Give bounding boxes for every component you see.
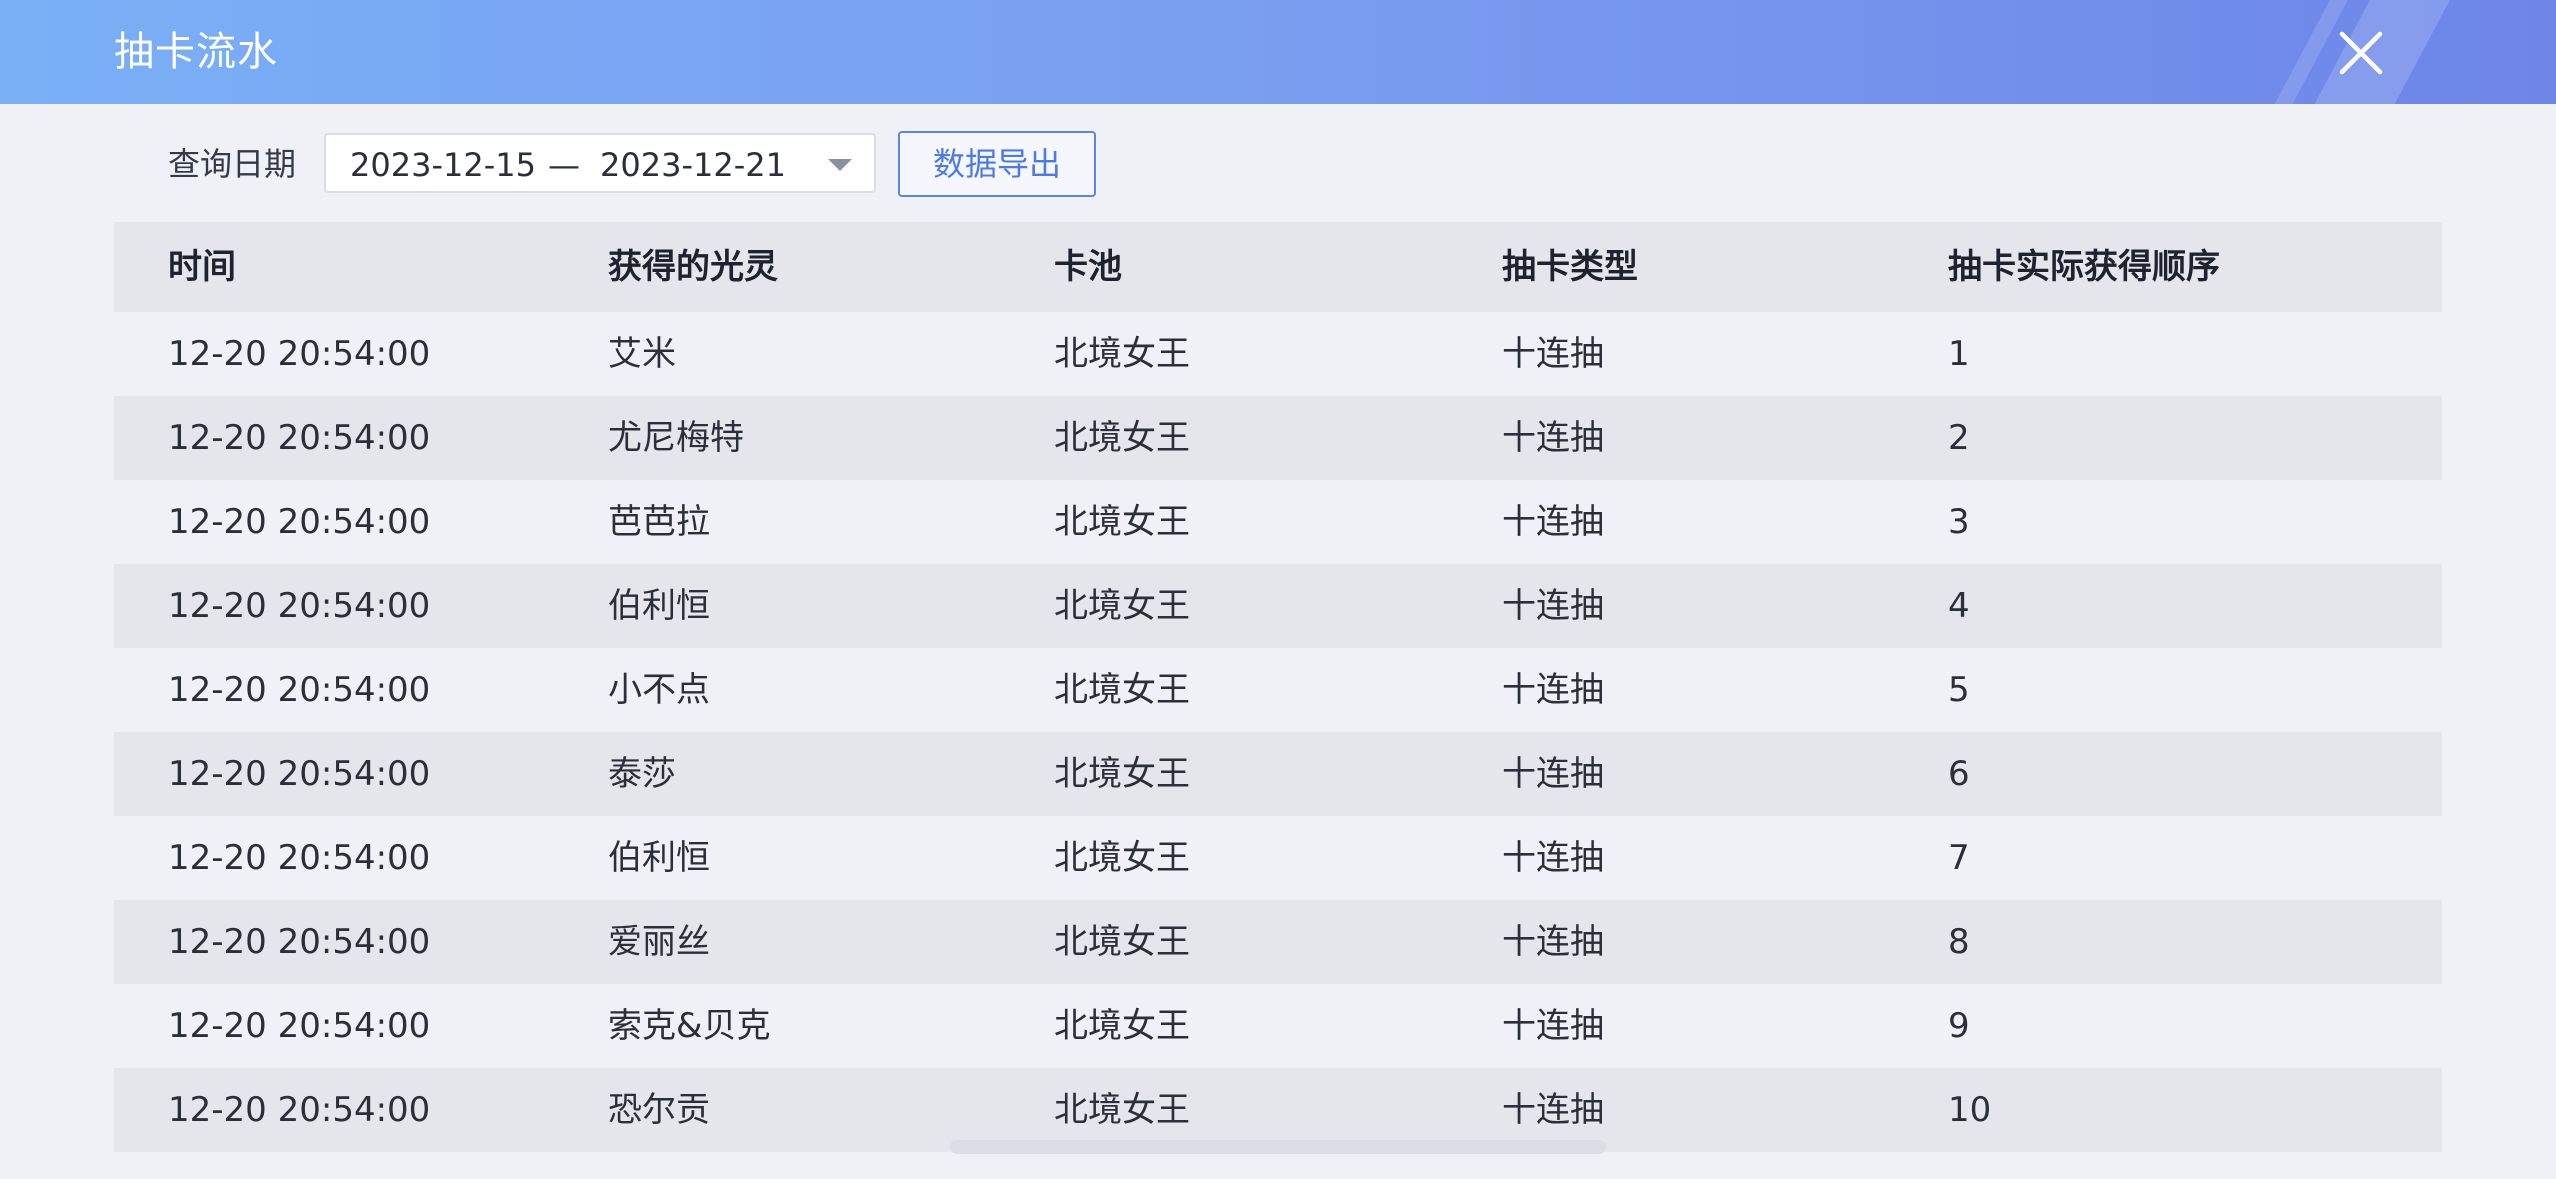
table-row: 12-20 20:54:00 芭芭拉 北境女王 十连抽 3 bbox=[114, 480, 2442, 564]
cell-order: 10 bbox=[1948, 1090, 1992, 1130]
cell-time: 12-20 20:54:00 bbox=[168, 1006, 431, 1046]
cell-draw-type: 十连抽 bbox=[1502, 418, 1604, 458]
cell-order: 2 bbox=[1948, 418, 1970, 458]
cell-character: 恐尔贡 bbox=[608, 1090, 710, 1130]
date-range-picker[interactable]: 2023-12-15 — 2023-12-21 bbox=[324, 133, 876, 193]
cell-draw-type: 十连抽 bbox=[1502, 586, 1604, 626]
table-row: 12-20 20:54:00 泰莎 北境女王 十连抽 6 bbox=[114, 732, 2442, 816]
date-range-start: 2023-12-15 bbox=[350, 146, 536, 184]
dialog-header: 抽卡流水 bbox=[0, 0, 2556, 104]
table-row: 12-20 20:54:00 小不点 北境女王 十连抽 5 bbox=[114, 648, 2442, 732]
column-header-order[interactable]: 抽卡实际获得顺序 bbox=[1948, 222, 2220, 312]
cell-pool: 北境女王 bbox=[1054, 502, 1190, 542]
date-range-separator: — bbox=[548, 146, 580, 184]
cell-draw-type: 十连抽 bbox=[1502, 502, 1604, 542]
cell-order: 8 bbox=[1948, 922, 1970, 962]
cell-draw-type: 十连抽 bbox=[1502, 754, 1604, 794]
cell-order: 9 bbox=[1948, 1006, 1970, 1046]
cell-order: 5 bbox=[1948, 670, 1970, 710]
close-button[interactable] bbox=[2330, 22, 2392, 84]
cell-time: 12-20 20:54:00 bbox=[168, 586, 431, 626]
table-row: 12-20 20:54:00 爱丽丝 北境女王 十连抽 8 bbox=[114, 900, 2442, 984]
cell-draw-type: 十连抽 bbox=[1502, 1006, 1604, 1046]
column-header-time[interactable]: 时间 bbox=[168, 222, 236, 312]
cell-order: 4 bbox=[1948, 586, 1970, 626]
cell-character: 小不点 bbox=[608, 670, 710, 710]
cell-order: 7 bbox=[1948, 838, 1970, 878]
cell-pool: 北境女王 bbox=[1054, 1006, 1190, 1046]
cell-pool: 北境女王 bbox=[1054, 838, 1190, 878]
cell-pool: 北境女王 bbox=[1054, 586, 1190, 626]
table-row: 12-20 20:54:00 索克&贝克 北境女王 十连抽 9 bbox=[114, 984, 2442, 1068]
cell-order: 3 bbox=[1948, 502, 1970, 542]
cell-character: 爱丽丝 bbox=[608, 922, 710, 962]
table-row: 12-20 20:54:00 艾米 北境女王 十连抽 1 bbox=[114, 312, 2442, 396]
column-header-draw-type[interactable]: 抽卡类型 bbox=[1502, 222, 1638, 312]
cell-time: 12-20 20:54:00 bbox=[168, 502, 431, 542]
cell-draw-type: 十连抽 bbox=[1502, 334, 1604, 374]
cell-pool: 北境女王 bbox=[1054, 754, 1190, 794]
cell-time: 12-20 20:54:00 bbox=[168, 334, 431, 374]
cell-character: 伯利恒 bbox=[608, 838, 710, 878]
table-row: 12-20 20:54:00 伯利恒 北境女王 十连抽 7 bbox=[114, 816, 2442, 900]
table-header-row: 时间 获得的光灵 卡池 抽卡类型 抽卡实际获得顺序 bbox=[114, 222, 2442, 312]
cell-pool: 北境女王 bbox=[1054, 334, 1190, 374]
cell-draw-type: 十连抽 bbox=[1502, 838, 1604, 878]
cell-time: 12-20 20:54:00 bbox=[168, 922, 431, 962]
export-data-button[interactable]: 数据导出 bbox=[898, 131, 1096, 197]
draw-history-dialog: 抽卡流水 查询日期 2023-12-15 — 2023-12-21 数据导出 时… bbox=[0, 0, 2556, 1179]
dialog-title: 抽卡流水 bbox=[114, 29, 278, 75]
cell-pool: 北境女王 bbox=[1054, 922, 1190, 962]
cell-time: 12-20 20:54:00 bbox=[168, 418, 431, 458]
cell-pool: 北境女王 bbox=[1054, 670, 1190, 710]
table-row: 12-20 20:54:00 尤尼梅特 北境女王 十连抽 2 bbox=[114, 396, 2442, 480]
chevron-down-icon bbox=[828, 159, 852, 171]
cell-character: 尤尼梅特 bbox=[608, 418, 744, 458]
date-filter-label: 查询日期 bbox=[168, 145, 297, 183]
cell-character: 伯利恒 bbox=[608, 586, 710, 626]
cell-time: 12-20 20:54:00 bbox=[168, 1090, 431, 1130]
cell-time: 12-20 20:54:00 bbox=[168, 670, 431, 710]
cell-draw-type: 十连抽 bbox=[1502, 670, 1604, 710]
column-header-character[interactable]: 获得的光灵 bbox=[608, 222, 778, 312]
cell-draw-type: 十连抽 bbox=[1502, 922, 1604, 962]
cell-time: 12-20 20:54:00 bbox=[168, 754, 431, 794]
cell-character: 泰莎 bbox=[608, 754, 676, 794]
column-header-pool[interactable]: 卡池 bbox=[1054, 222, 1122, 312]
cell-time: 12-20 20:54:00 bbox=[168, 838, 431, 878]
cell-pool: 北境女王 bbox=[1054, 418, 1190, 458]
horizontal-scrollbar[interactable] bbox=[950, 1140, 1606, 1154]
cell-character: 艾米 bbox=[608, 334, 676, 374]
draw-history-table: 时间 获得的光灵 卡池 抽卡类型 抽卡实际获得顺序 12-20 20:54:00… bbox=[114, 222, 2442, 1152]
close-icon bbox=[2339, 31, 2383, 75]
cell-character: 索克&贝克 bbox=[608, 1006, 771, 1046]
cell-order: 1 bbox=[1948, 334, 1970, 374]
date-range-end: 2023-12-21 bbox=[600, 146, 786, 184]
cell-character: 芭芭拉 bbox=[608, 502, 710, 542]
cell-order: 6 bbox=[1948, 754, 1970, 794]
table-row: 12-20 20:54:00 伯利恒 北境女王 十连抽 4 bbox=[114, 564, 2442, 648]
